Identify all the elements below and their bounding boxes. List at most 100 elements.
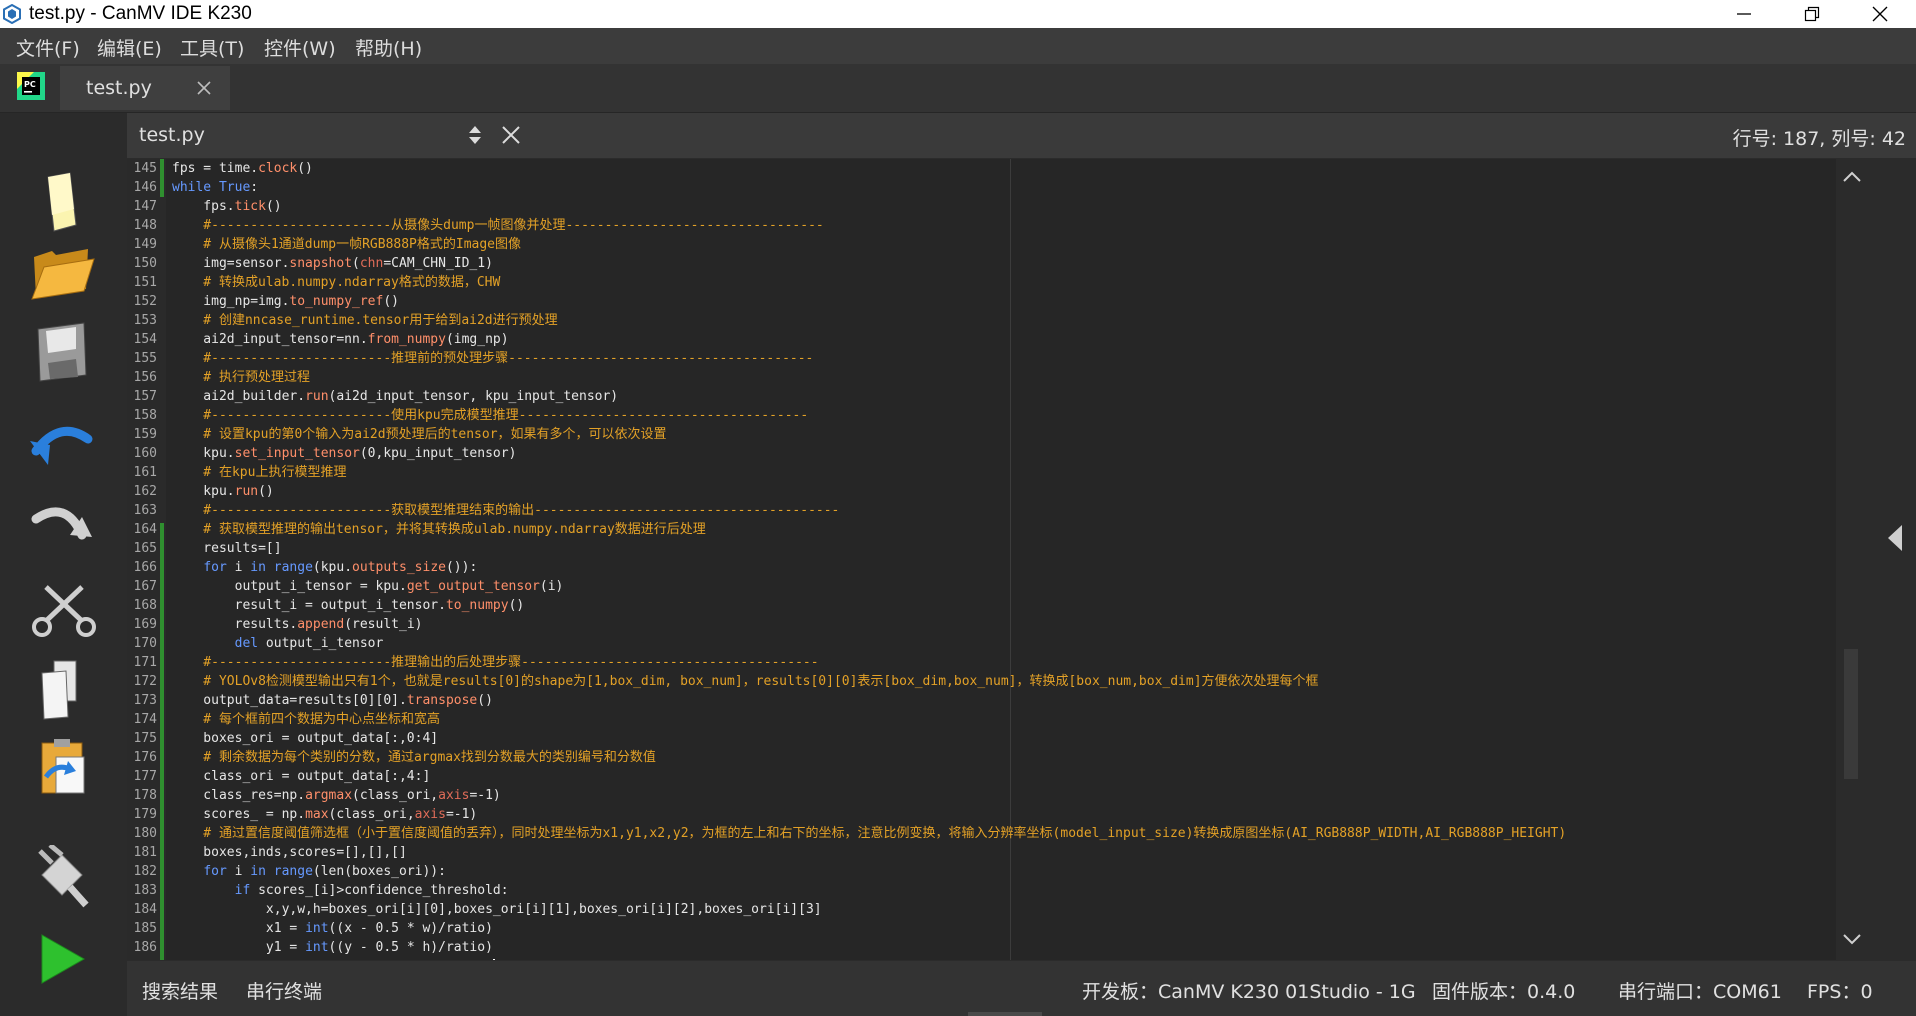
code-line[interactable]: results.append(result_i) bbox=[172, 615, 423, 634]
line-number: 155 bbox=[133, 351, 157, 366]
code-line[interactable]: # 每个框前四个数据为中心点坐标和宽高 bbox=[172, 710, 440, 729]
code-token: ((x - 0.5 * w)/ratio) bbox=[328, 921, 493, 936]
code-line[interactable]: results=[] bbox=[172, 539, 281, 558]
code-line[interactable]: x2 = int((x + 0.5 * w)/ratio) bbox=[172, 957, 495, 960]
code-line[interactable]: #-----------------------推理前的预处理步骤-------… bbox=[172, 349, 813, 368]
copy-button[interactable] bbox=[26, 657, 98, 725]
code-line[interactable]: y1 = int((y - 0.5 * h)/ratio) bbox=[172, 938, 493, 957]
horizontal-scroll-indicator[interactable] bbox=[968, 1012, 1042, 1016]
code-editor[interactable]: 145 146 147 148 149 150 151 152 153 154 155 156 157 1… bbox=[127, 159, 1836, 960]
code-token: () bbox=[383, 294, 399, 309]
restore-button[interactable] bbox=[1782, 0, 1842, 28]
new-file-button[interactable] bbox=[26, 169, 98, 237]
line-number: 154 bbox=[133, 332, 157, 347]
code-line[interactable]: # 创建nncase_runtime.tensor用于给到ai2d进行预处理 bbox=[172, 311, 557, 330]
document-selector[interactable]: test.py bbox=[139, 124, 205, 146]
code-line[interactable]: for i in range(len(boxes_ori)): bbox=[172, 862, 446, 881]
firmware-label: 固件版本：0.4.0 bbox=[1432, 981, 1576, 1003]
code-line[interactable]: kpu.run() bbox=[172, 482, 273, 501]
code-token: img_np=img. bbox=[172, 294, 290, 309]
code-line[interactable]: scores_ = np.max(class_ori,axis=-1) bbox=[172, 805, 477, 824]
menu-tools[interactable]: 工具(T) bbox=[180, 34, 244, 61]
code-line[interactable]: result_i = output_i_tensor.to_numpy() bbox=[172, 596, 525, 615]
save-button[interactable] bbox=[26, 319, 98, 387]
code-line[interactable]: if scores_[i]>confidence_threshold: bbox=[172, 881, 509, 900]
code-line[interactable]: while True: bbox=[172, 178, 258, 197]
code-line[interactable]: class_ori = output_data[:,4:] bbox=[172, 767, 430, 786]
code-line[interactable]: boxes,inds,scores=[],[],[] bbox=[172, 843, 407, 862]
code-line[interactable]: ai2d_builder.run(ai2d_input_tensor, kpu_… bbox=[172, 387, 618, 406]
code-token: get_output_tensor bbox=[406, 579, 540, 594]
close-document-icon[interactable] bbox=[501, 125, 521, 145]
expand-panel-icon[interactable] bbox=[1886, 523, 1904, 553]
line-number: 159 bbox=[133, 427, 157, 442]
code-line[interactable]: # YOLOv8检测模型输出只有1个，也就是results[0]的shape为[… bbox=[172, 672, 1318, 691]
menu-edit[interactable]: 编辑(E) bbox=[97, 34, 162, 61]
search-results-tab[interactable]: 搜索结果 bbox=[142, 977, 218, 1004]
scroll-down-icon[interactable] bbox=[1842, 933, 1862, 947]
paste-button[interactable] bbox=[26, 733, 98, 801]
code-line[interactable]: # 执行预处理过程 bbox=[172, 368, 310, 387]
code-line[interactable]: fps = time.clock() bbox=[172, 159, 313, 178]
code-lines[interactable]: fps = time.clock() while True: fps.tick()… bbox=[172, 159, 1822, 960]
undo-button[interactable] bbox=[26, 415, 98, 483]
code-line[interactable]: img_np=img.to_numpy_ref() bbox=[172, 292, 399, 311]
redo-button[interactable] bbox=[26, 495, 98, 563]
code-line[interactable]: # 剩余数据为每个类别的分数，通过argmax找到分数最大的类别编号和分数值 bbox=[172, 748, 656, 767]
serial-terminal-tab[interactable]: 串行终端 bbox=[246, 977, 322, 1004]
code-line[interactable]: output_data=results[0][0].transpose() bbox=[172, 691, 493, 710]
code-line[interactable]: # 转换成ulab.numpy.ndarray格式的数据，CHW bbox=[172, 273, 500, 292]
code-token: boxes,inds,scores=[],[],[] bbox=[172, 845, 407, 860]
code-token: =CAM_CHN_ID_1) bbox=[383, 256, 493, 271]
tab-test-py[interactable]: test.py bbox=[60, 66, 230, 110]
open-folder-button[interactable] bbox=[26, 239, 98, 307]
code-line[interactable]: x1 = int((x - 0.5 * w)/ratio) bbox=[172, 919, 493, 938]
close-window-button[interactable] bbox=[1850, 0, 1910, 28]
code-line[interactable]: for i in range(kpu.outputs_size()): bbox=[172, 558, 477, 577]
code-line[interactable]: kpu.set_input_tensor(0,kpu_input_tensor) bbox=[172, 444, 516, 463]
updown-arrows-icon[interactable] bbox=[465, 123, 485, 147]
serial-port-label[interactable]: 串行端口：COM61 bbox=[1618, 977, 1782, 1004]
code-line[interactable]: del output_i_tensor bbox=[172, 634, 384, 653]
code-line[interactable]: #-----------------------推理输出的后处理步骤------… bbox=[172, 653, 818, 672]
close-tab-icon[interactable] bbox=[196, 80, 212, 96]
menu-file[interactable]: 文件(F) bbox=[16, 34, 80, 61]
cut-button[interactable] bbox=[26, 575, 98, 643]
code-line[interactable]: class_res=np.argmax(class_ori,axis=-1) bbox=[172, 786, 500, 805]
code-line[interactable]: # 从摄像头1通道dump一帧RGB888P格式的Image图像 bbox=[172, 235, 521, 254]
menu-bar: 文件(F) 编辑(E) 工具(T) 控件(W) 帮助(H) bbox=[0, 28, 1916, 64]
menu-help[interactable]: 帮助(H) bbox=[355, 34, 422, 61]
code-line[interactable]: # 在kpu上执行模型推理 bbox=[172, 463, 346, 482]
window-title: test.py - CanMV IDE K230 bbox=[29, 3, 252, 24]
code-token: i bbox=[226, 560, 251, 575]
code-token: x1 = bbox=[172, 921, 306, 936]
code-line[interactable]: # 获取模型推理的输出tensor，并将其转换成ulab.numpy.ndarr… bbox=[172, 520, 706, 539]
paste-icon bbox=[41, 739, 85, 794]
vertical-scrollbar[interactable] bbox=[1836, 159, 1916, 960]
code-token: append bbox=[297, 617, 345, 632]
code-line[interactable]: boxes_ori = output_data[:,0:4] bbox=[172, 729, 438, 748]
scroll-up-icon[interactable] bbox=[1842, 169, 1862, 183]
run-button[interactable] bbox=[26, 925, 98, 993]
board-label[interactable]: 开发板：CanMV K230 01Studio - 1G bbox=[1082, 977, 1416, 1004]
connect-button[interactable] bbox=[26, 843, 98, 913]
code-line[interactable]: x,y,w,h=boxes_ori[i][0],boxes_ori[i][1],… bbox=[172, 900, 822, 919]
menu-widgets[interactable]: 控件(W) bbox=[264, 34, 336, 61]
code-line[interactable]: img=sensor.snapshot(chn=CAM_CHN_ID_1) bbox=[172, 254, 493, 273]
code-line[interactable]: fps.tick() bbox=[172, 197, 281, 216]
code-line[interactable]: #-----------------------从摄像头dump一帧图像并处理-… bbox=[172, 216, 823, 235]
code-line[interactable]: output_i_tensor = kpu.get_output_tensor(… bbox=[172, 577, 564, 596]
code-line[interactable]: #-----------------------使用kpu完成模型推理-----… bbox=[172, 406, 808, 425]
scrollbar-thumb[interactable] bbox=[1844, 649, 1858, 779]
minimize-button[interactable] bbox=[1714, 0, 1774, 28]
code-line[interactable]: #-----------------------获取模型推理结束的输出-----… bbox=[172, 501, 839, 520]
code-line[interactable]: ai2d_input_tensor=nn.from_numpy(img_np) bbox=[172, 330, 508, 349]
code-token: () bbox=[477, 693, 493, 708]
code-line[interactable]: # 通过置信度阈值筛选框（小于置信度阈值的丢弃），同时处理坐标为x1,y1,x2… bbox=[172, 824, 1566, 843]
line-number: 179 bbox=[133, 807, 157, 822]
line-number: 180 bbox=[133, 826, 157, 841]
code-line[interactable]: # 设置kpu的第0个输入为ai2d预处理后的tensor，如果有多个，可以依次… bbox=[172, 425, 666, 444]
